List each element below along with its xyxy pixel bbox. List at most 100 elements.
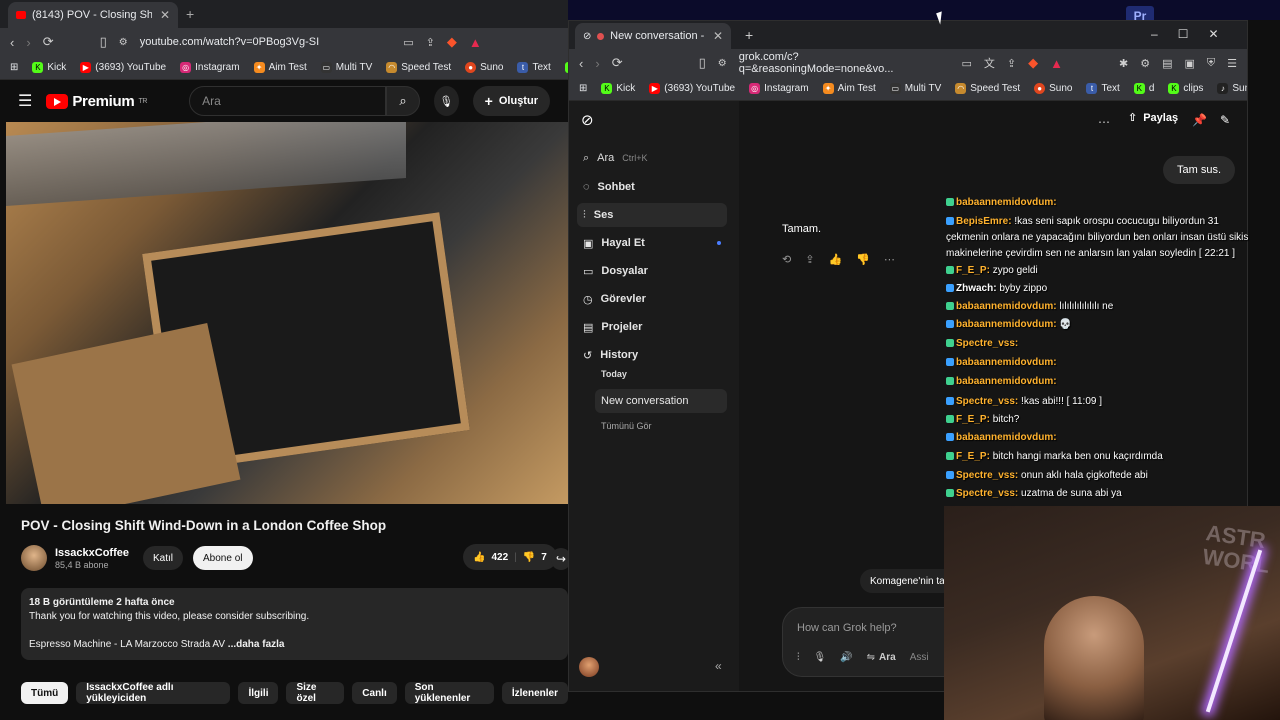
assistant-mode-label[interactable]: Assi bbox=[910, 652, 929, 663]
bookmark-clips[interactable]: Kclips bbox=[1168, 83, 1203, 94]
sidebar-item-chat[interactable]: ◌ Sohbet bbox=[577, 175, 727, 199]
apps-grid-icon[interactable]: ⊞ bbox=[579, 83, 587, 94]
forward-icon[interactable]: › bbox=[595, 56, 599, 71]
bookmark-aim-test[interactable]: ✦ Aim Test bbox=[253, 62, 307, 73]
thumbs-up-icon[interactable]: 👍 bbox=[828, 253, 842, 266]
share-icon[interactable]: ⇪ bbox=[1007, 57, 1016, 70]
share-button[interactable]: ⇧ Paylaş bbox=[1128, 111, 1178, 125]
share-arrow-icon[interactable]: ↪ bbox=[551, 548, 568, 570]
sidebar-item-imagine[interactable]: ▣ Hayal Et bbox=[577, 231, 727, 255]
bookmark-kick[interactable]: K Kick bbox=[601, 83, 635, 94]
regenerate-icon[interactable]: ⟲ bbox=[782, 253, 791, 266]
history-item[interactable]: New conversation bbox=[595, 389, 727, 413]
bookmark-suno[interactable]: ● Suno bbox=[465, 62, 503, 73]
video-player[interactable] bbox=[6, 122, 568, 504]
close-window-icon[interactable]: ✕ bbox=[1208, 27, 1218, 41]
chip-watched[interactable]: İzlenenler bbox=[501, 682, 568, 704]
bookmark-speed-test[interactable]: ◠ Speed Test bbox=[955, 83, 1020, 94]
bookmark-kick[interactable]: K Kick bbox=[32, 62, 66, 73]
grok-logo-icon[interactable]: ⊘ bbox=[581, 111, 594, 129]
history-see-all[interactable]: Tümünü Gör bbox=[601, 421, 652, 431]
new-tab-icon[interactable]: + bbox=[186, 6, 194, 22]
bookmark-icon[interactable]: ▯ bbox=[100, 34, 107, 50]
menu-icon[interactable]: ☰ bbox=[1227, 57, 1237, 70]
subscribe-button[interactable]: Abone ol bbox=[193, 546, 253, 570]
channel-avatar[interactable] bbox=[21, 545, 47, 571]
more-icon[interactable]: ⋯ bbox=[884, 253, 895, 266]
search-mode-button[interactable]: ⇋ Ara bbox=[867, 652, 896, 663]
bookmark-d[interactable]: Kd bbox=[1133, 83, 1154, 94]
cast-icon[interactable]: ▭ bbox=[961, 57, 971, 70]
youtube-premium-logo[interactable]: Premium TR bbox=[46, 93, 147, 110]
like-icon[interactable]: 👍 bbox=[473, 552, 485, 563]
translate-icon[interactable]: 文 bbox=[984, 55, 995, 71]
minimize-icon[interactable]: – bbox=[1151, 27, 1158, 41]
yt-search-input[interactable]: Ara bbox=[189, 86, 387, 116]
chip-recent[interactable]: Son yüklenenler bbox=[404, 682, 494, 704]
close-tab-icon[interactable]: ✕ bbox=[713, 29, 723, 43]
waveform-icon[interactable]: ⫶ bbox=[797, 652, 800, 663]
chip-for-you[interactable]: Size özel bbox=[286, 682, 345, 704]
bookmark-icon[interactable]: ▯ bbox=[699, 55, 706, 71]
brave-shield-icon[interactable]: ◆ bbox=[447, 34, 457, 50]
reload-icon[interactable]: ⟳ bbox=[43, 34, 54, 50]
bookmark-instagram[interactable]: ◎ Instagram bbox=[180, 62, 240, 73]
maximize-icon[interactable]: ☐ bbox=[1178, 27, 1189, 41]
bookmark-youtube[interactable]: ▶ (3693) YouTube bbox=[649, 83, 735, 94]
yt-search-button[interactable]: ⌕ bbox=[386, 86, 420, 116]
voice-search-button[interactable]: 🎙 bbox=[433, 86, 459, 116]
brave-shield-icon[interactable]: ◆ bbox=[1028, 55, 1038, 71]
site-info-icon[interactable]: ⚙ bbox=[119, 37, 128, 48]
new-tab-icon[interactable]: + bbox=[745, 27, 753, 43]
back-icon[interactable]: ‹ bbox=[579, 56, 583, 71]
sidebar-item-tasks[interactable]: ◷ Görevler bbox=[577, 287, 727, 311]
vpn-icon[interactable]: ⛨ bbox=[1207, 57, 1215, 70]
share-icon[interactable]: ⇪ bbox=[805, 253, 814, 266]
reload-icon[interactable]: ⟳ bbox=[612, 55, 623, 71]
edit-icon[interactable]: ✎ bbox=[1220, 113, 1230, 127]
site-info-icon[interactable]: ⚙ bbox=[718, 58, 727, 69]
chip-uploader[interactable]: IssackxCoffee adlı yükleyiciden bbox=[76, 682, 231, 704]
speaker-icon[interactable]: 🔊 bbox=[840, 652, 852, 663]
back-icon[interactable]: ‹ bbox=[10, 35, 14, 50]
show-more-link[interactable]: ...daha fazla bbox=[228, 639, 285, 650]
bookmark-instagram[interactable]: ◎ Instagram bbox=[749, 83, 809, 94]
chip-live[interactable]: Canlı bbox=[352, 682, 397, 704]
puzzle-icon[interactable]: ⚙ bbox=[1140, 57, 1150, 70]
sidebar-item-history[interactable]: ↺ History bbox=[577, 343, 727, 367]
thumbs-down-icon[interactable]: 👎 bbox=[856, 253, 870, 266]
more-options-icon[interactable]: ⋯ bbox=[1098, 115, 1110, 129]
sidebar-item-voice[interactable]: ⫶ Ses bbox=[577, 203, 727, 227]
video-description[interactable]: 18 B görüntüleme 2 hafta önce Thank you … bbox=[21, 588, 568, 660]
apps-grid-icon[interactable]: ⊞ bbox=[10, 62, 18, 73]
join-button[interactable]: Katıl bbox=[143, 546, 184, 570]
sidebar-search[interactable]: ⌕ Ara Ctrl+K bbox=[577, 145, 727, 171]
extensions-icon[interactable]: ✱ bbox=[1119, 57, 1128, 70]
dislike-icon[interactable]: 👎 bbox=[523, 552, 535, 563]
bookmark-multi-tv[interactable]: ▭ Multi TV bbox=[320, 62, 372, 73]
collapse-sidebar-icon[interactable]: « bbox=[715, 659, 722, 673]
bookmark-speed-test[interactable]: ◠ Speed Test bbox=[386, 62, 451, 73]
wallet-icon[interactable]: ▣ bbox=[1184, 57, 1194, 70]
grok-url-input[interactable]: grok.com/c?q=&reasoningMode=none&vo... bbox=[739, 51, 950, 75]
sidebar-item-files[interactable]: ▭ Dosyalar bbox=[577, 259, 727, 283]
bookmark-suno-2[interactable]: ♪Suno bbox=[1217, 83, 1247, 94]
yt-url-input[interactable]: youtube.com/watch?v=0PBog3Vg-SI bbox=[140, 36, 319, 48]
bookmark-text[interactable]: t Text bbox=[1086, 83, 1120, 94]
bookmark-multi-tv[interactable]: ▭ Multi TV bbox=[889, 83, 941, 94]
grok-tab[interactable]: ⊘ New conversation - Grok ✕ bbox=[575, 23, 731, 49]
bookmark-text[interactable]: t Text bbox=[517, 62, 551, 73]
sidebar-toggle-icon[interactable]: ▤ bbox=[1162, 57, 1172, 70]
share-icon[interactable]: ⇪ bbox=[426, 36, 435, 49]
cast-icon[interactable]: ▭ bbox=[403, 36, 413, 49]
brave-rewards-icon[interactable]: ▲ bbox=[469, 35, 482, 50]
bookmark-suno[interactable]: ● Suno bbox=[1034, 83, 1072, 94]
create-button[interactable]: + Oluştur bbox=[472, 86, 550, 116]
chip-related[interactable]: İlgili bbox=[238, 682, 279, 704]
bookmark-youtube[interactable]: ▶ (3693) YouTube bbox=[80, 62, 166, 73]
sidebar-item-projects[interactable]: ▤ Projeler bbox=[577, 315, 727, 339]
brave-rewards-icon[interactable]: ▲ bbox=[1050, 56, 1063, 71]
hamburger-menu-icon[interactable]: ☰ bbox=[18, 91, 32, 111]
microphone-icon[interactable]: 🎙 bbox=[814, 652, 827, 663]
chip-all[interactable]: Tümü bbox=[21, 682, 69, 704]
